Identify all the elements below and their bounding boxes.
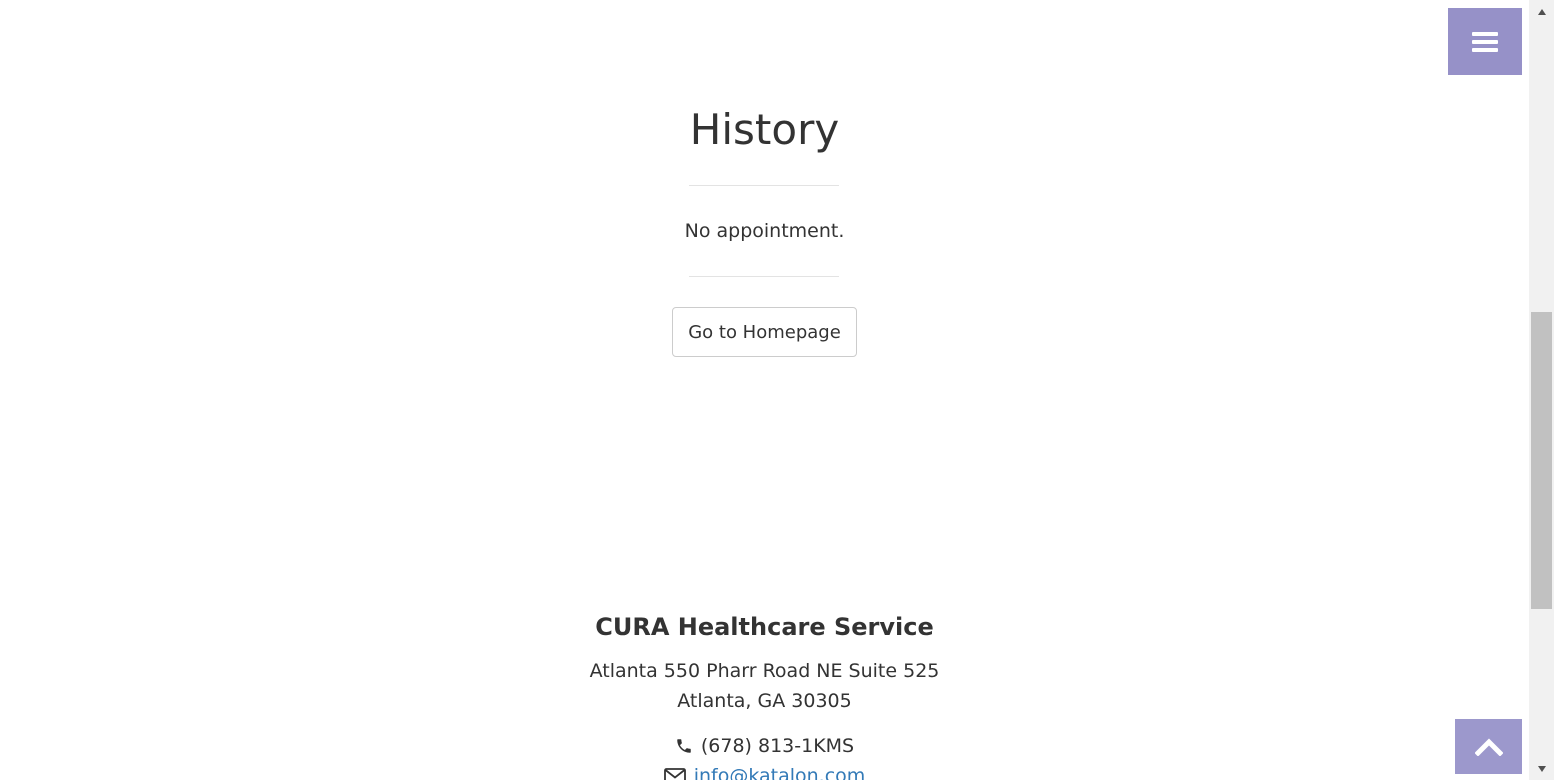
chevron-up-icon xyxy=(1474,737,1503,756)
envelope-icon xyxy=(663,768,686,780)
scrollbar-thumb[interactable] xyxy=(1531,312,1552,609)
vertical-scrollbar[interactable] xyxy=(1529,0,1554,780)
scroll-to-top-button[interactable] xyxy=(1455,719,1522,774)
page-title: History xyxy=(689,105,840,154)
divider xyxy=(689,185,839,186)
browser-viewport: History No appointment. Go to Homepage C… xyxy=(0,0,1554,780)
footer-email: info@katalon.com xyxy=(0,761,1529,780)
scroll-up-arrow[interactable] xyxy=(1529,3,1554,20)
bars-icon xyxy=(1472,31,1498,52)
email-link[interactable]: info@katalon.com xyxy=(694,761,866,780)
menu-toggle-button[interactable] xyxy=(1448,8,1522,75)
phone-icon xyxy=(675,737,693,755)
phone-number: (678) 813-1KMS xyxy=(700,735,855,757)
footer-address-line1: Atlanta 550 Pharr Road NE Suite 525 xyxy=(589,660,940,682)
footer-company-name: CURA Healthcare Service xyxy=(595,613,934,641)
footer-address-line2: Atlanta, GA 30305 xyxy=(677,690,852,712)
history-page: History No appointment. Go to Homepage C… xyxy=(0,0,1529,780)
go-to-homepage-button[interactable]: Go to Homepage xyxy=(672,307,857,357)
triangle-down-icon xyxy=(1537,765,1546,772)
triangle-up-icon xyxy=(1537,8,1546,15)
divider xyxy=(689,276,839,277)
scroll-down-arrow[interactable] xyxy=(1529,760,1554,777)
empty-history-message: No appointment. xyxy=(684,220,845,242)
footer-phone: (678) 813-1KMS xyxy=(0,731,1529,761)
